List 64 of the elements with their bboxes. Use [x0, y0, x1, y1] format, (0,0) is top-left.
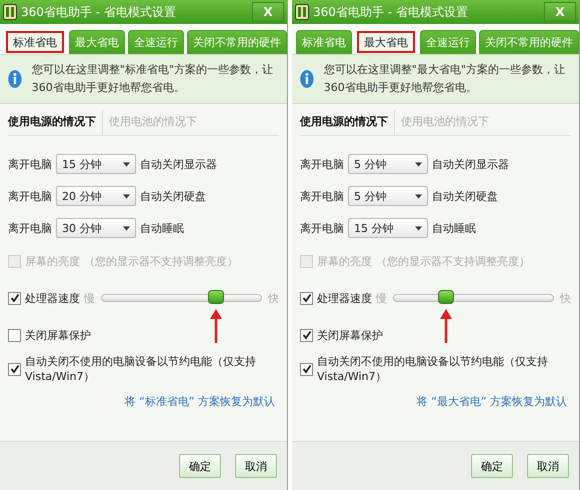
slow-label: 慢	[376, 290, 387, 306]
checkbox[interactable]	[8, 328, 21, 342]
restore-default-link[interactable]: 将 “标准省电” 方案恢复为默认	[124, 394, 275, 409]
caret-icon	[415, 194, 422, 198]
sub-tab[interactable]: 使用电源的情况下	[8, 110, 103, 135]
option-label: 屏幕的亮度	[317, 254, 372, 268]
caret-icon	[123, 194, 130, 198]
option-label: 处理器速度	[25, 290, 80, 306]
tab[interactable]: 最大省电	[357, 31, 415, 53]
checkbox[interactable]	[300, 362, 313, 376]
app-icon	[295, 4, 309, 20]
action-label: 自动关闭硬盘	[140, 188, 206, 204]
action-label: 自动关闭显示器	[140, 156, 217, 172]
caret-icon	[415, 162, 422, 166]
arrow-icon	[210, 309, 222, 343]
timer-label: 离开电脑	[8, 220, 52, 236]
option-label: 关闭屏幕保护	[317, 328, 383, 342]
info-text: 您可以在这里调整"最大省电"方案的一些参数，让360省电助手更好地帮您省电。	[324, 62, 566, 96]
checkbox[interactable]	[300, 328, 313, 342]
timeout-dropdown[interactable]: 5 分钟	[348, 186, 428, 206]
window-title: 360省电助手 - 省电模式设置	[21, 4, 177, 20]
option-label: 关闭屏幕保护	[25, 328, 91, 342]
timeout-dropdown[interactable]: 15 分钟	[56, 154, 136, 174]
checkbox[interactable]	[8, 362, 21, 376]
action-label: 自动睡眠	[140, 220, 184, 236]
fast-label: 快	[268, 290, 279, 306]
slider-thumb[interactable]	[208, 290, 224, 304]
option-label: 自动关闭不使用的电脑设备以节约电能（仅支持Vista/Win7）	[25, 354, 257, 384]
option-note: （您的显示器不支持调整亮度）	[84, 254, 238, 268]
dialog-button[interactable]: 取消	[527, 454, 569, 478]
fast-label: 快	[560, 290, 571, 306]
timeout-dropdown[interactable]: 20 分钟	[56, 186, 136, 206]
restore-default-link[interactable]: 将 “最大省电” 方案恢复为默认	[416, 394, 567, 409]
timer-label: 离开电脑	[300, 220, 344, 236]
option-label: 屏幕的亮度	[25, 254, 80, 268]
arrow-icon	[440, 309, 452, 343]
dialog-button[interactable]: 取消	[235, 454, 277, 478]
tab[interactable]: 标准省电	[6, 31, 64, 53]
option-note: （您的显示器不支持调整亮度）	[376, 254, 530, 268]
action-label: 自动关闭硬盘	[432, 188, 498, 204]
option-label: 自动关闭不使用的电脑设备以节约电能（仅支持Vista/Win7）	[317, 354, 549, 384]
timer-label: 离开电脑	[300, 156, 344, 172]
info-text: 您可以在这里调整"标准省电"方案的一些参数，让360省电助手更好地帮您省电。	[32, 62, 274, 96]
caret-icon	[415, 226, 422, 230]
timeout-dropdown[interactable]: 15 分钟	[348, 218, 428, 238]
dialog-button[interactable]: 确定	[179, 454, 221, 478]
window-title: 360省电助手 - 省电模式设置	[313, 4, 469, 20]
action-label: 自动关闭显示器	[432, 156, 509, 172]
dialog-button[interactable]: 确定	[471, 454, 513, 478]
checkbox[interactable]	[300, 292, 313, 304]
sub-tab[interactable]: 使用电源的情况下	[300, 110, 395, 135]
timeout-dropdown[interactable]: 5 分钟	[348, 154, 428, 174]
caret-icon	[123, 162, 130, 166]
slider-thumb[interactable]	[438, 290, 454, 304]
app-icon	[3, 4, 17, 20]
caret-icon	[123, 226, 130, 230]
action-label: 自动睡眠	[432, 220, 476, 236]
timer-label: 离开电脑	[8, 188, 52, 204]
timeout-dropdown[interactable]: 30 分钟	[56, 218, 136, 238]
checkbox[interactable]	[8, 292, 21, 304]
option-label: 处理器速度	[317, 290, 372, 306]
slow-label: 慢	[84, 290, 95, 306]
timer-label: 离开电脑	[300, 188, 344, 204]
timer-label: 离开电脑	[8, 156, 52, 172]
